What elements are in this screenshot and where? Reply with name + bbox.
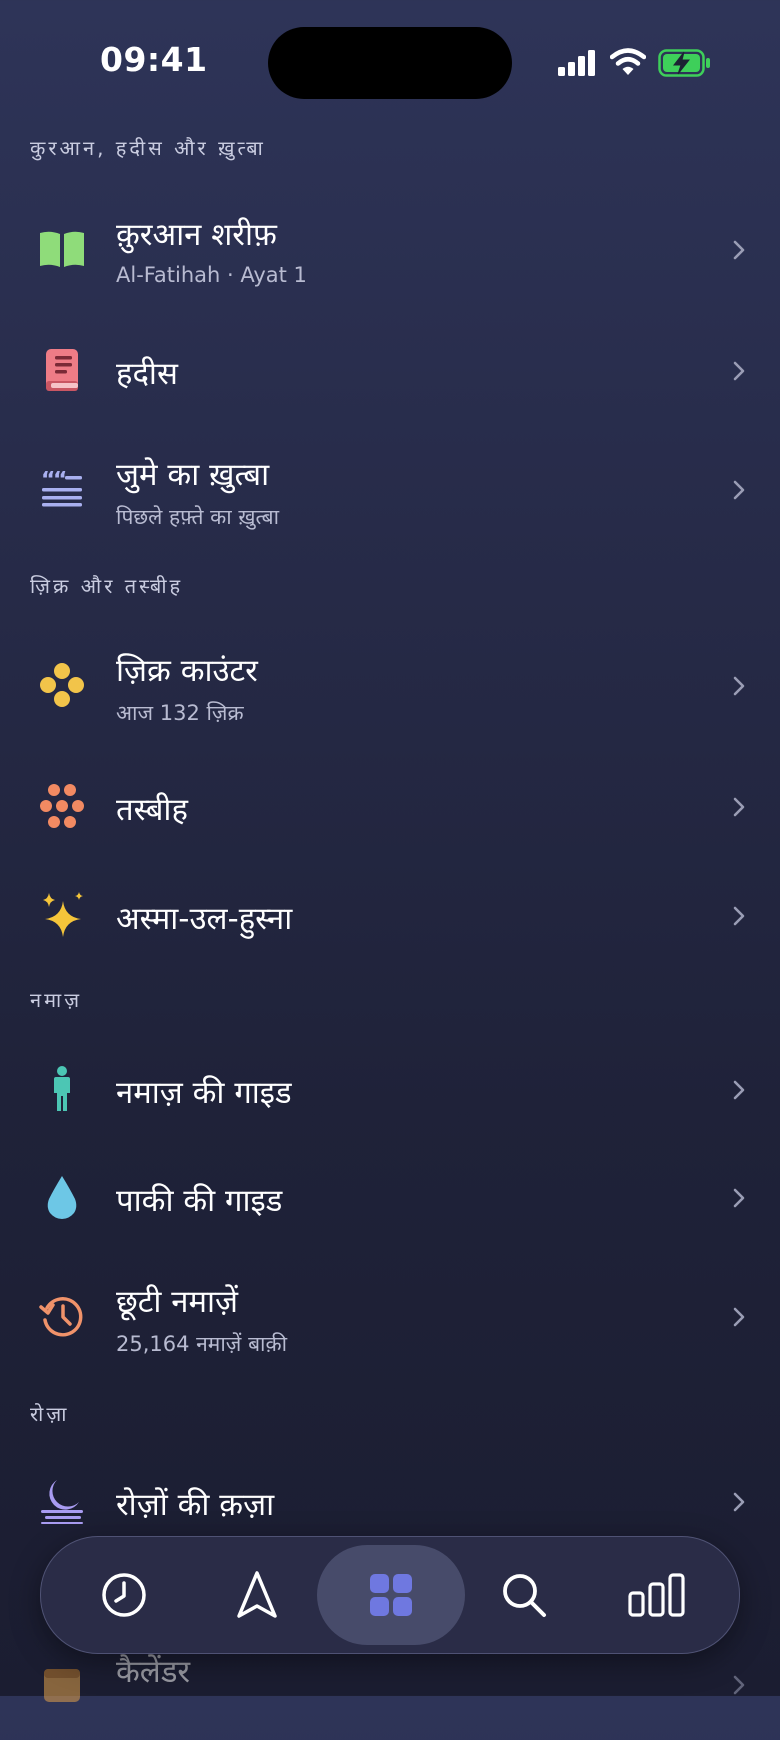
section-header-roza: रोज़ा (30, 1402, 70, 1426)
moon-icon (36, 1475, 88, 1527)
dynamic-island (268, 27, 512, 99)
dots-cluster-icon (36, 659, 88, 711)
row-subtitle: Al-Fatihah · Ayat 1 (116, 263, 307, 287)
chevron-right-icon (733, 1188, 745, 1208)
list-item-tasbih[interactable]: तस्बीह (0, 752, 780, 862)
battery-charging-icon (658, 49, 710, 77)
cellular-signal-icon (558, 50, 595, 76)
chevron-right-icon (733, 1492, 745, 1512)
chevron-right-icon (733, 1675, 745, 1695)
tab-qibla[interactable] (207, 1549, 307, 1641)
tab-search[interactable] (474, 1549, 574, 1641)
list-item-asma-ul-husna[interactable]: अस्मा-उल-हुस्ना (0, 861, 780, 971)
list-item-hadith[interactable]: हदीस (0, 316, 780, 426)
history-icon (36, 1290, 88, 1342)
beads-icon (36, 780, 88, 832)
section-header-zikr: ज़िक्र और तस्बीह (30, 574, 184, 598)
stats-icon (628, 1573, 685, 1617)
wifi-icon (610, 48, 646, 75)
chevron-right-icon (733, 906, 745, 926)
row-title: जुमे का ख़ुत्बा (116, 457, 270, 493)
chevron-right-icon (733, 676, 745, 696)
tab-prayer-times[interactable] (74, 1549, 174, 1641)
list-item-zikr-counter[interactable]: ज़िक्र काउंटर आज 132 ज़िक्र (0, 631, 780, 741)
row-title: तस्बीह (116, 792, 188, 828)
chevron-right-icon (733, 240, 745, 260)
chevron-right-icon (733, 361, 745, 381)
row-title: नमाज़ की गाइड (116, 1075, 292, 1111)
row-title: क़ुरआन शरीफ़ (116, 217, 277, 253)
status-bar: 09:41 (0, 0, 780, 126)
chevron-right-icon (733, 480, 745, 500)
row-title: हदीस (116, 356, 178, 392)
calendar-icon (36, 1658, 88, 1710)
list-item-namaz-guide[interactable]: नमाज़ की गाइड (0, 1035, 780, 1145)
list-item-khutba[interactable]: “ “ जुमे का ख़ुत्बा पिछले हफ़्ते का ख़ुत… (0, 435, 780, 545)
open-book-icon (36, 223, 88, 275)
row-subtitle: 25,164 नमाज़ें बाक़ी (116, 1332, 288, 1356)
row-subtitle: पिछले हफ़्ते का ख़ुत्बा (116, 505, 280, 529)
status-time: 09:41 (100, 40, 208, 79)
search-icon (503, 1574, 546, 1617)
row-title: कैलेंडर (116, 1654, 191, 1690)
person-icon (36, 1063, 88, 1115)
row-title: अस्मा-उल-हुस्ना (116, 901, 293, 937)
row-title: पाकी की गाइड (116, 1183, 283, 1219)
clock-icon (102, 1573, 146, 1617)
chevron-right-icon (733, 1080, 745, 1100)
section-header-quran: कुरआन, हदीस और ख़ुत्बा (30, 136, 266, 160)
chevron-right-icon (733, 1307, 745, 1327)
row-title: रोज़ों की क़ज़ा (116, 1487, 275, 1523)
tab-bar (40, 1536, 740, 1654)
list-item-missed-namaz[interactable]: छूटी नमाज़ें 25,164 नमाज़ें बाक़ी (0, 1262, 780, 1372)
list-item-paki-guide[interactable]: पाकी की गाइड (0, 1143, 780, 1253)
section-header-namaz: नमाज़ (30, 988, 83, 1012)
row-title: छूटी नमाज़ें (116, 1284, 239, 1320)
book-icon (36, 344, 88, 396)
quote-lines-icon: “ “ (36, 463, 88, 515)
tab-explore[interactable] (341, 1549, 441, 1641)
list-item-quran[interactable]: क़ुरआन शरीफ़ Al-Fatihah · Ayat 1 (0, 195, 780, 305)
drop-icon (36, 1171, 88, 1223)
row-title: ज़िक्र काउंटर (116, 653, 258, 689)
sparkles-icon (36, 889, 88, 941)
chevron-right-icon (733, 797, 745, 817)
tab-stats[interactable] (607, 1549, 707, 1641)
row-subtitle: आज 132 ज़िक्र (116, 701, 244, 725)
compass-arrow-icon (237, 1571, 277, 1618)
grid-icon (370, 1574, 412, 1616)
